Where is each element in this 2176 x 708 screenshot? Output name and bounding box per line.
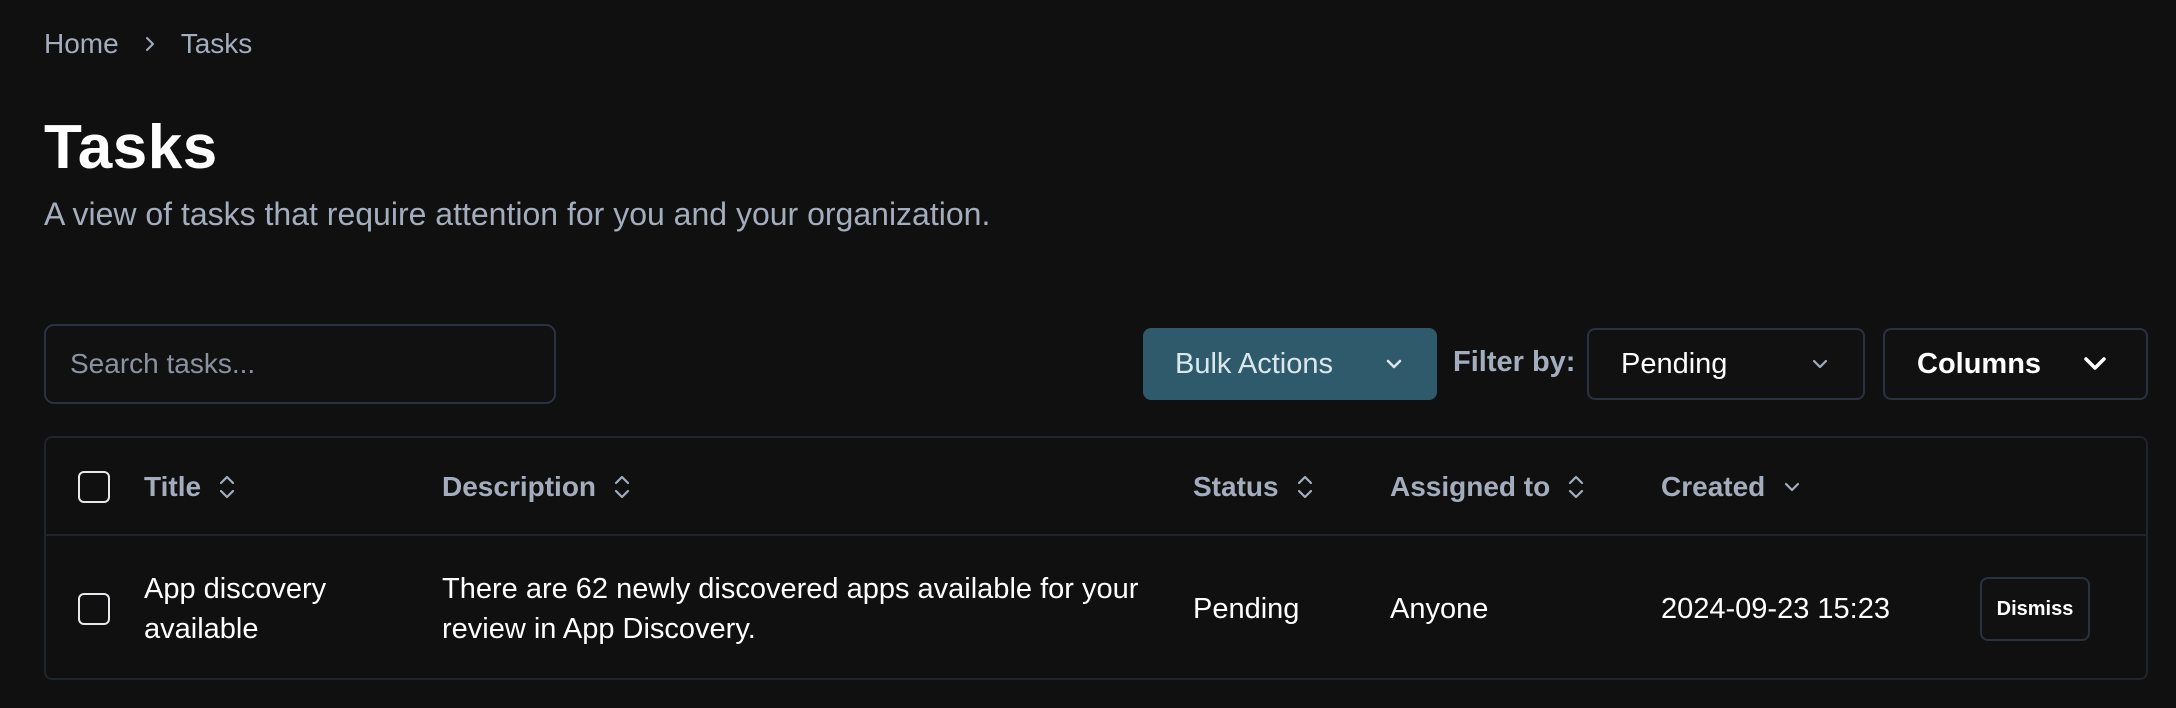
column-header-description[interactable]: Description (442, 438, 632, 536)
select-all-checkbox[interactable] (78, 471, 110, 503)
search-input[interactable] (70, 348, 530, 380)
column-header-created[interactable]: Created (1661, 438, 1803, 536)
breadcrumb: Home Tasks (44, 28, 252, 60)
chevron-right-icon (141, 35, 159, 53)
column-header-label: Created (1661, 471, 1766, 502)
table-row: App discovery available There are 62 new… (46, 536, 2146, 678)
row-checkbox[interactable] (78, 593, 110, 625)
row-actions-cell: Dismiss (1980, 536, 2090, 678)
sort-icon (1566, 473, 1586, 501)
chevron-down-icon (1781, 476, 1803, 498)
search-box (44, 324, 556, 404)
status-filter-select[interactable]: Pending (1587, 328, 1865, 400)
table-header: Title Description Status Assigned to Cre… (46, 438, 2146, 536)
tasks-page: Home Tasks Tasks A view of tasks that re… (0, 0, 2176, 708)
task-description: There are 62 newly discovered apps avail… (442, 573, 1139, 645)
task-status: Pending (1193, 593, 1300, 625)
task-assigned-to: Anyone (1390, 593, 1489, 625)
breadcrumb-current: Tasks (180, 28, 253, 59)
select-all-cell (78, 438, 110, 536)
column-header-label: Title (144, 471, 202, 502)
page-subtitle: A view of tasks that require attention f… (44, 196, 991, 232)
page-title: Tasks (44, 113, 218, 182)
breadcrumb-home-link[interactable]: Home (44, 28, 119, 60)
column-header-label: Status (1193, 471, 1279, 502)
dismiss-button[interactable]: Dismiss (1980, 577, 2090, 641)
bulk-actions-label: Bulk Actions (1175, 347, 1333, 380)
column-header-title[interactable]: Title (144, 438, 237, 536)
filter-label: Filter by: (1453, 346, 1576, 378)
bulk-actions-button[interactable]: Bulk Actions (1143, 328, 1437, 400)
sort-icon (1295, 473, 1315, 501)
columns-button[interactable]: Columns (1883, 328, 2148, 400)
row-select-cell (78, 536, 110, 678)
column-header-status[interactable]: Status (1193, 438, 1315, 536)
column-header-label: Description (442, 471, 597, 502)
columns-label: Columns (1917, 347, 2042, 380)
chevron-down-icon (2080, 349, 2110, 379)
tasks-table: Title Description Status Assigned to Cre… (44, 436, 2148, 680)
task-created: 2024-09-23 15:23 (1661, 593, 1890, 625)
column-header-assigned-to[interactable]: Assigned to (1390, 438, 1586, 536)
sort-icon (612, 473, 632, 501)
filter-value: Pending (1621, 347, 1728, 380)
column-header-label: Assigned to (1390, 471, 1551, 502)
sort-icon (217, 473, 237, 501)
task-title: App discovery available (144, 573, 327, 645)
chevron-down-icon (1809, 353, 1831, 375)
chevron-down-icon (1383, 353, 1405, 375)
